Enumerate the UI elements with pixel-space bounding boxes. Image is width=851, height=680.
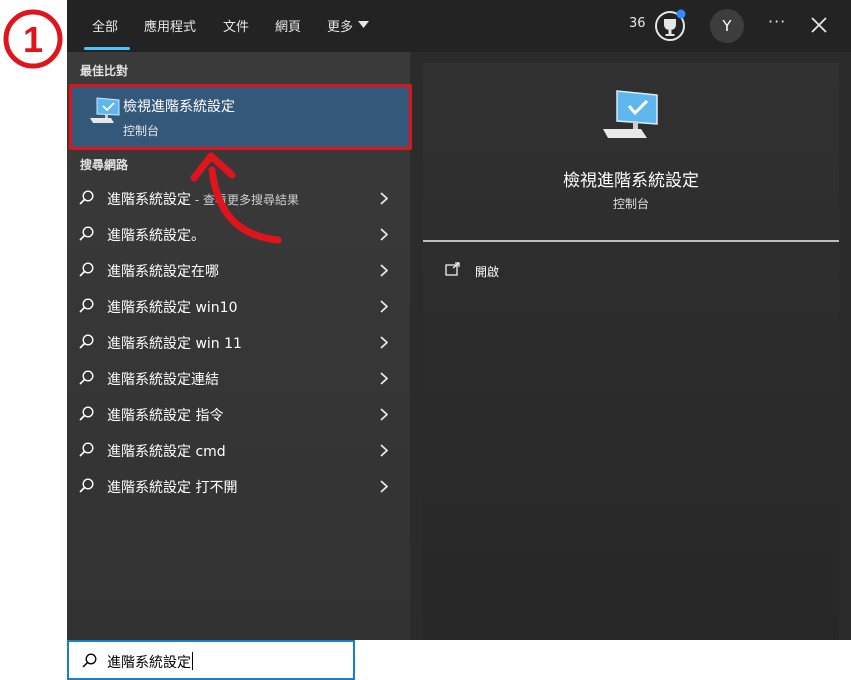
text-caret	[192, 652, 193, 670]
web-result-item[interactable]: 進階系統設定 win 11	[67, 324, 410, 360]
chevron-right-icon	[380, 444, 388, 457]
best-match-heading: 最佳比對	[80, 64, 129, 78]
web-result-label: 進階系統設定 win 11	[107, 336, 242, 352]
search-icon	[79, 190, 94, 205]
search-box[interactable]: 進階系統設定	[67, 640, 355, 680]
web-result-item[interactable]: 進階系統設定 cmd	[67, 432, 410, 468]
reward-trophy-icon[interactable]	[653, 9, 687, 43]
chevron-right-icon	[380, 372, 388, 385]
search-icon	[79, 406, 94, 421]
web-result-item[interactable]: 進階系統設定 打不開	[67, 468, 410, 504]
chevron-right-icon	[380, 264, 388, 277]
tab-more[interactable]: 更多	[327, 16, 353, 35]
step-number-badge: 1	[3, 9, 63, 69]
chevron-right-icon	[380, 408, 388, 421]
tab-all[interactable]: 全部	[92, 16, 118, 35]
open-external-icon[interactable]	[445, 262, 461, 276]
reward-count: 36	[629, 16, 646, 31]
highlight-box	[69, 84, 412, 150]
tab-documents[interactable]: 文件	[223, 16, 249, 35]
search-icon	[79, 262, 94, 277]
close-icon[interactable]	[810, 16, 828, 34]
search-icon	[79, 298, 94, 313]
search-icon	[79, 442, 94, 457]
web-search-heading: 搜尋網路	[80, 158, 129, 172]
user-avatar[interactable]: Y	[710, 9, 744, 43]
web-result-item[interactable]: 進階系統設定 win10	[67, 288, 410, 324]
search-icon	[79, 334, 94, 349]
monitor-check-icon	[603, 90, 658, 138]
search-icon	[82, 653, 97, 668]
detail-pane: 檢視進階系統設定 控制台 開啟	[423, 63, 839, 640]
web-result-item[interactable]: 進階系統設定 指令	[67, 396, 410, 432]
web-result-label: 進階系統設定連結	[107, 372, 219, 388]
chevron-down-icon[interactable]	[358, 21, 369, 28]
top-bar: 全部 應用程式 文件 網頁 更多 36 Y ···	[67, 0, 851, 52]
search-input[interactable]: 進階系統設定	[107, 652, 193, 672]
curved-arrow-icon	[190, 152, 282, 244]
web-result-label: 進階系統設定 指令	[107, 408, 224, 424]
web-result-label: 進階系統設定 win10	[107, 300, 238, 316]
chevron-right-icon	[380, 480, 388, 493]
open-action-button[interactable]: 開啟	[475, 263, 499, 280]
search-icon	[79, 226, 94, 241]
detail-title: 檢視進階系統設定	[563, 171, 699, 191]
web-result-label: 進階系統設定在哪	[107, 264, 219, 280]
active-tab-indicator	[84, 47, 130, 50]
chevron-right-icon	[380, 300, 388, 313]
search-icon	[79, 478, 94, 493]
chevron-right-icon	[380, 336, 388, 349]
detail-subtitle: 控制台	[612, 197, 649, 211]
tab-web[interactable]: 網頁	[275, 16, 301, 35]
more-options-icon[interactable]: ···	[768, 12, 786, 31]
tab-apps[interactable]: 應用程式	[144, 16, 196, 35]
search-icon	[79, 370, 94, 385]
divider	[423, 240, 839, 242]
step-number-text: 1	[23, 19, 43, 60]
web-result-label: 進階系統設定 cmd	[107, 444, 226, 460]
web-result-item[interactable]: 進階系統設定連結	[67, 360, 410, 396]
chevron-right-icon	[380, 192, 388, 205]
web-result-label: 進階系統設定 打不開	[107, 480, 238, 496]
chevron-right-icon	[380, 228, 388, 241]
